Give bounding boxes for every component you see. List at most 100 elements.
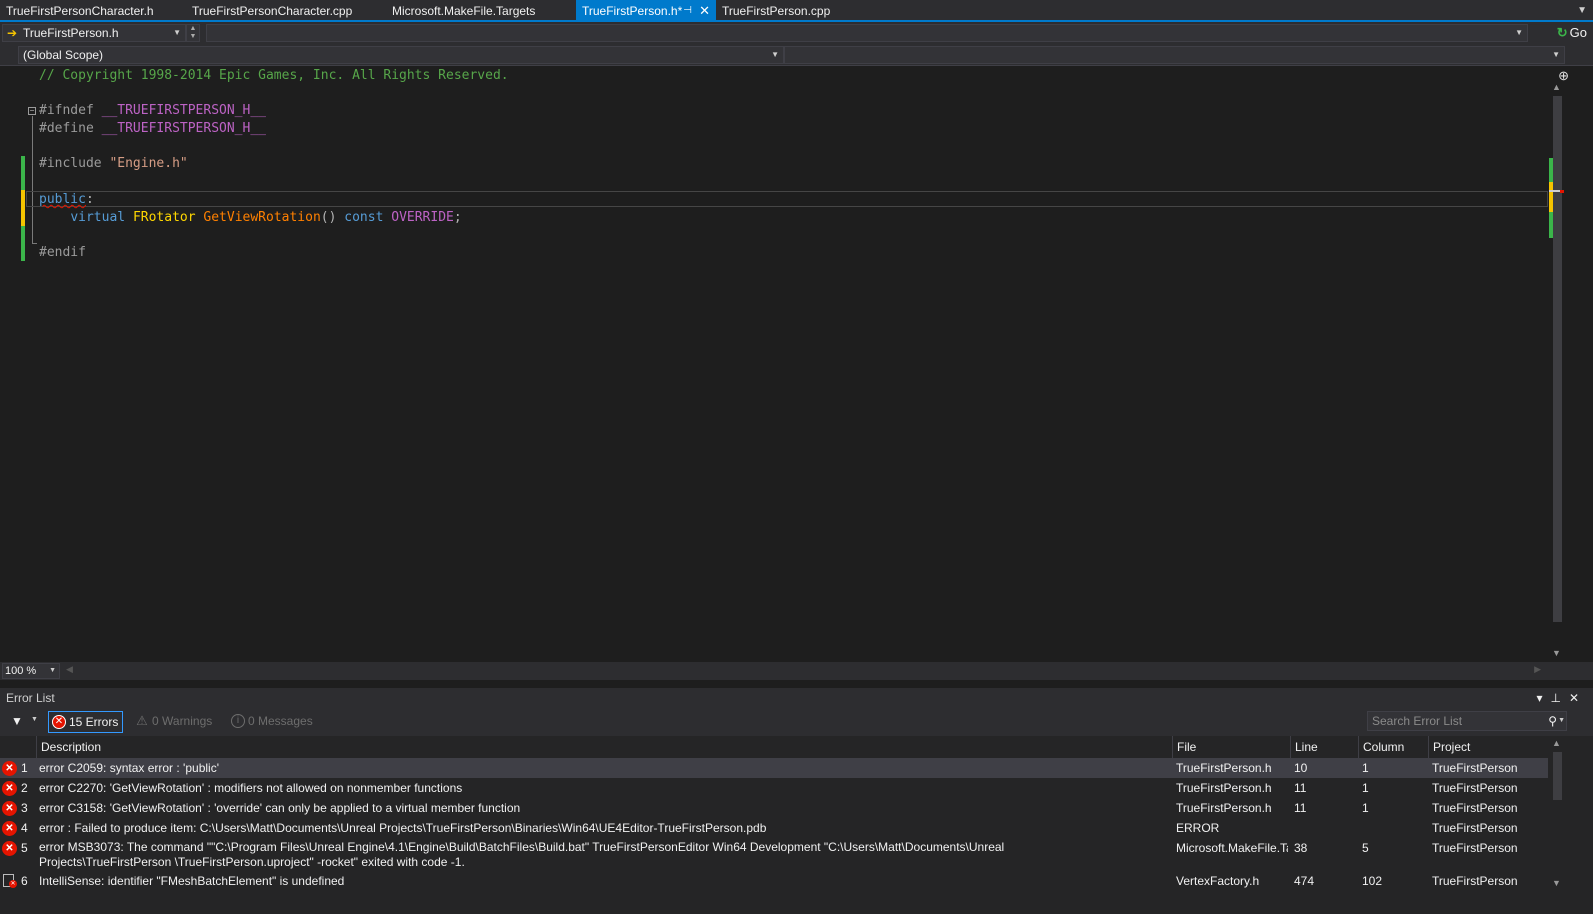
table-row[interactable]: ✕ 1 error C2059: syntax error : 'public'… bbox=[0, 758, 1548, 778]
scope-selector-dropdown[interactable]: (Global Scope) ▼ bbox=[18, 46, 784, 64]
chevron-down-icon[interactable]: ▼ bbox=[1558, 717, 1565, 724]
scroll-down-icon[interactable]: ▼ bbox=[1552, 878, 1561, 888]
tab-truefirstperson-cpp[interactable]: TrueFirstPerson.cpp bbox=[716, 0, 886, 20]
window-position-icon[interactable]: ▾ bbox=[1536, 691, 1550, 705]
code-line-11: #endif bbox=[39, 244, 86, 262]
row-project: TrueFirstPerson bbox=[1432, 841, 1518, 855]
error-icon: ✕ bbox=[2, 761, 17, 776]
column-header-description[interactable]: Description bbox=[36, 736, 1172, 758]
error-icon: ✕ bbox=[2, 841, 17, 856]
tab-microsoft-makefile-targets[interactable]: Microsoft.MakeFile.Targets bbox=[386, 0, 572, 20]
tab-overflow-dropdown-icon[interactable]: ▼ bbox=[1577, 0, 1587, 20]
scroll-change-marker bbox=[1549, 182, 1553, 212]
editor-gutter bbox=[0, 66, 20, 662]
row-line: 10 bbox=[1294, 761, 1308, 775]
panel-window-buttons: ▾⊥✕ bbox=[1536, 688, 1587, 708]
error-list-toolbar: ▼ ▼ ✕ 15 Errors ⚠ 0 Warnings i 0 Message… bbox=[0, 708, 1593, 736]
error-list-scrollbar[interactable]: ▲ ▼ bbox=[1548, 736, 1573, 896]
go-label: Go bbox=[1569, 25, 1587, 40]
comment-token: // Copyright 1998-2014 Epic Games, Inc. … bbox=[39, 68, 509, 83]
row-project: TrueFirstPerson bbox=[1432, 821, 1518, 835]
chevron-down-icon[interactable]: ▼ bbox=[31, 716, 38, 723]
table-row[interactable]: ✕ 4 error : Failed to produce item: C:\U… bbox=[0, 818, 1548, 838]
go-button[interactable]: ↻ Go bbox=[1557, 24, 1587, 42]
close-icon[interactable]: ✕ bbox=[1569, 691, 1587, 705]
change-bar-saved bbox=[21, 226, 25, 261]
table-row[interactable]: ✕ 3 error C3158: 'GetViewRotation' : 'ov… bbox=[0, 798, 1548, 818]
chevron-down-icon: ▼ bbox=[173, 28, 181, 37]
row-column: 1 bbox=[1362, 761, 1369, 775]
collapse-region-icon[interactable]: − bbox=[28, 107, 36, 115]
scroll-left-icon[interactable]: ◀ bbox=[66, 664, 73, 675]
error-grid-header: Description File Line Column Project bbox=[0, 736, 1548, 758]
column-header-project[interactable]: Project bbox=[1428, 736, 1548, 758]
row-description: error C2270: 'GetViewRotation' : modifie… bbox=[39, 781, 463, 795]
file-spinner[interactable]: ▲ ▼ bbox=[186, 24, 200, 42]
member-scope-dropdown[interactable]: ▼ bbox=[784, 46, 1565, 64]
row-description: IntelliSense: identifier "FMeshBatchElem… bbox=[39, 874, 345, 888]
preprocessor-token: #define bbox=[39, 121, 102, 136]
intellisense-error-icon bbox=[3, 874, 17, 888]
warnings-filter-button[interactable]: ⚠ 0 Warnings bbox=[132, 711, 224, 733]
row-file: ERROR bbox=[1176, 821, 1220, 835]
code-line-8: public: bbox=[39, 191, 94, 209]
scroll-up-icon[interactable]: ▲ bbox=[1552, 82, 1561, 92]
keyword-token-error: public bbox=[39, 192, 86, 207]
keyword-token: virtual bbox=[70, 210, 133, 225]
pin-icon[interactable]: ⊥ bbox=[1550, 691, 1568, 705]
errors-count: 15 Errors bbox=[69, 715, 119, 729]
table-row[interactable]: ✕ 5 error MSB3073: The command ""C:\Prog… bbox=[0, 838, 1548, 871]
function-token: GetViewRotation bbox=[203, 210, 321, 225]
search-icon[interactable]: ⚲ bbox=[1548, 714, 1557, 728]
indent-token bbox=[39, 210, 70, 225]
row-description: error : Failed to produce item: C:\Users… bbox=[39, 821, 767, 835]
filter-icon[interactable]: ▼ bbox=[11, 714, 23, 728]
messages-count: 0 Messages bbox=[248, 714, 313, 728]
row-column: 1 bbox=[1362, 781, 1369, 795]
row-project: TrueFirstPerson bbox=[1432, 781, 1518, 795]
close-icon[interactable]: ✕ bbox=[699, 0, 710, 22]
column-header-file[interactable]: File bbox=[1172, 736, 1290, 758]
file-selector-value: TrueFirstPerson.h bbox=[23, 26, 119, 40]
table-row[interactable]: ✕ 2 error C2270: 'GetViewRotation' : mod… bbox=[0, 778, 1548, 798]
scroll-down-icon[interactable]: ▼ bbox=[1552, 648, 1561, 658]
macro-token: __TRUEFIRSTPERSON_H__ bbox=[101, 103, 266, 118]
document-tab-strip: TrueFirstPersonCharacter.h TrueFirstPers… bbox=[0, 0, 1593, 22]
pin-icon[interactable]: ⊣ bbox=[683, 0, 692, 22]
row-line: 11 bbox=[1294, 801, 1307, 815]
file-selector-dropdown[interactable]: ➔ TrueFirstPerson.h ▼ bbox=[2, 24, 186, 42]
scrollbar-thumb[interactable] bbox=[1553, 752, 1562, 800]
errors-filter-button[interactable]: ✕ 15 Errors bbox=[48, 711, 123, 733]
scroll-up-icon[interactable]: ▲ bbox=[1552, 738, 1561, 748]
code-line-4: #define __TRUEFIRSTPERSON_H__ bbox=[39, 120, 266, 138]
code-editor[interactable]: − // Copyright 1998-2014 Epic Games, Inc… bbox=[0, 66, 1593, 662]
column-header-line[interactable]: Line bbox=[1290, 736, 1358, 758]
scope-selector-value: (Global Scope) bbox=[23, 48, 104, 62]
row-description: error MSB3073: The command ""C:\Program … bbox=[39, 840, 1005, 869]
tab-truefirstperson-h[interactable]: TrueFirstPerson.h* ⊣ ✕ bbox=[576, 0, 716, 20]
code-line-6: #include "Engine.h" bbox=[39, 155, 188, 173]
table-row[interactable]: 6 IntelliSense: identifier "FMeshBatchEl… bbox=[0, 871, 1548, 891]
change-bar-unsaved bbox=[21, 190, 25, 226]
code-line-3: #ifndef __TRUEFIRSTPERSON_H__ bbox=[39, 102, 266, 120]
column-header-column[interactable]: Column bbox=[1358, 736, 1428, 758]
messages-filter-button[interactable]: i 0 Messages bbox=[228, 711, 328, 733]
error-search-input[interactable]: Search Error List bbox=[1367, 711, 1567, 731]
tab-label: TrueFirstPerson.h* bbox=[582, 4, 683, 18]
tab-truefirstpersoncharacter-h[interactable]: TrueFirstPersonCharacter.h bbox=[0, 0, 180, 20]
punctuation-token: ; bbox=[453, 210, 462, 225]
error-icon: ✕ bbox=[52, 715, 66, 729]
member-selector-dropdown[interactable]: ▼ bbox=[206, 24, 1528, 42]
editor-vertical-scrollbar[interactable]: ⊕ ▲ ▼ bbox=[1548, 66, 1573, 662]
macro-token: __TRUEFIRSTPERSON_H__ bbox=[101, 121, 266, 136]
tab-truefirstpersoncharacter-cpp[interactable]: TrueFirstPersonCharacter.cpp bbox=[186, 0, 382, 20]
outline-region-line bbox=[32, 116, 33, 243]
info-icon: i bbox=[231, 714, 245, 728]
row-number: 1 bbox=[21, 761, 28, 775]
row-file: TrueFirstPerson.h bbox=[1176, 781, 1272, 795]
zoom-dropdown[interactable]: 100 % ▼ bbox=[2, 663, 60, 679]
go-icon: ↻ bbox=[1556, 25, 1568, 40]
error-list-title-bar: Error List ▾⊥✕ bbox=[0, 688, 1593, 708]
scrollbar-thumb[interactable] bbox=[1553, 96, 1562, 622]
scroll-right-icon[interactable]: ▶ bbox=[1534, 664, 1541, 675]
